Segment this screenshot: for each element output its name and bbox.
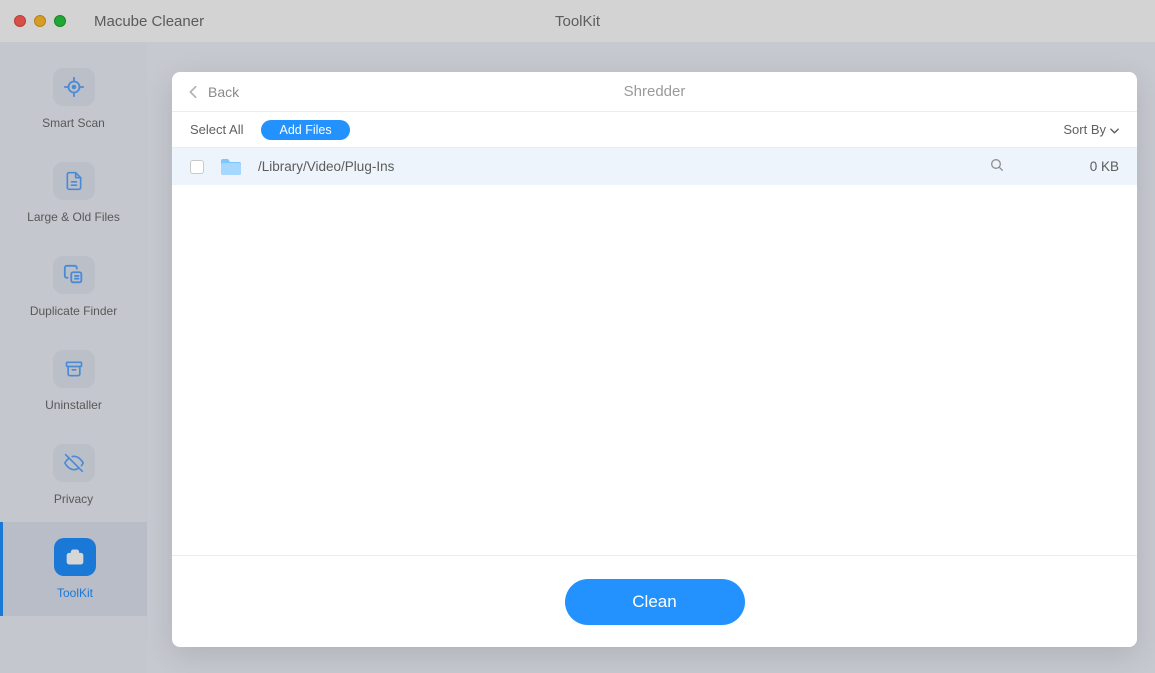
sidebar-item-label: Privacy xyxy=(54,492,93,506)
modal-toolbar: Select All Add Files Sort By xyxy=(172,112,1137,148)
app-title: Macube Cleaner xyxy=(94,13,204,30)
modal-footer: Clean xyxy=(172,555,1137,647)
sidebar-item-uninstaller[interactable]: Uninstaller xyxy=(0,334,147,428)
close-window-button[interactable] xyxy=(14,15,26,27)
file-list: /Library/Video/Plug-Ins 0 KB xyxy=(172,148,1137,555)
sidebar-item-label: Large & Old Files xyxy=(27,210,120,224)
sidebar-item-label: ToolKit xyxy=(57,586,93,600)
app-window: Macube Cleaner ToolKit Smart Scan xyxy=(0,0,1155,673)
sidebar: Smart Scan Large & Old Files xyxy=(0,42,147,673)
eye-off-icon xyxy=(53,444,95,482)
folder-icon xyxy=(218,157,244,177)
file-row[interactable]: /Library/Video/Plug-Ins 0 KB xyxy=(172,148,1137,185)
shredder-modal: Back Shredder Select All Add Files Sort … xyxy=(172,72,1137,647)
crosshair-icon xyxy=(53,68,95,106)
back-label: Back xyxy=(208,84,239,100)
window-controls xyxy=(14,15,66,27)
modal-header: Back Shredder xyxy=(172,72,1137,112)
copy-icon xyxy=(53,256,95,294)
reveal-in-finder-button[interactable] xyxy=(989,157,1005,176)
sidebar-item-label: Smart Scan xyxy=(42,116,105,130)
toolbox-icon xyxy=(54,538,96,576)
archive-icon xyxy=(53,350,95,388)
sidebar-item-label: Duplicate Finder xyxy=(30,304,117,318)
chevron-down-icon xyxy=(1110,122,1119,137)
add-files-button[interactable]: Add Files xyxy=(261,120,349,140)
back-button[interactable]: Back xyxy=(188,84,239,100)
sidebar-item-smart-scan[interactable]: Smart Scan xyxy=(0,52,147,146)
file-path: /Library/Video/Plug-Ins xyxy=(258,159,975,174)
sidebar-item-toolkit[interactable]: ToolKit xyxy=(0,522,147,616)
sidebar-item-duplicate-finder[interactable]: Duplicate Finder xyxy=(0,240,147,334)
select-all-button[interactable]: Select All xyxy=(190,122,243,137)
sidebar-item-label: Uninstaller xyxy=(45,398,102,412)
section-title: ToolKit xyxy=(555,13,600,30)
maximize-window-button[interactable] xyxy=(54,15,66,27)
document-icon xyxy=(53,162,95,200)
clean-button[interactable]: Clean xyxy=(565,579,745,625)
file-checkbox[interactable] xyxy=(190,160,204,174)
sidebar-item-large-old-files[interactable]: Large & Old Files xyxy=(0,146,147,240)
sort-by-dropdown[interactable]: Sort By xyxy=(1063,122,1119,137)
sidebar-item-privacy[interactable]: Privacy xyxy=(0,428,147,522)
sort-by-label: Sort By xyxy=(1063,122,1106,137)
minimize-window-button[interactable] xyxy=(34,15,46,27)
file-size: 0 KB xyxy=(1019,159,1119,174)
modal-title: Shredder xyxy=(624,83,686,100)
titlebar: Macube Cleaner ToolKit xyxy=(0,0,1155,42)
chevron-left-icon xyxy=(188,85,198,99)
